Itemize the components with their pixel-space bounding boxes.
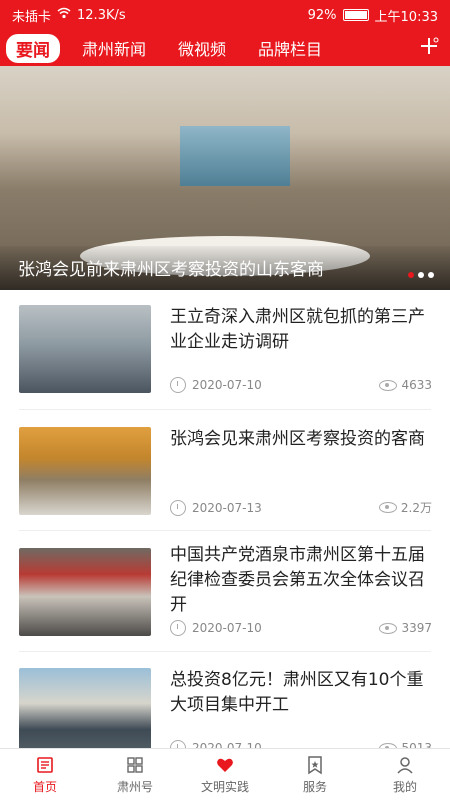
news-meta: 2020-07-10 4633 [170, 377, 432, 393]
news-views: 5013 [401, 741, 432, 748]
divider [19, 530, 431, 531]
network-speed: 12.3K/s [77, 7, 126, 23]
star-bookmark-icon [308, 755, 322, 774]
carousel-dot [418, 272, 424, 278]
news-thumbnail [19, 548, 151, 636]
news-title: 总投资8亿元！肃州区又有10个重大项目集中开工 [170, 670, 424, 715]
eye-icon [378, 502, 397, 513]
divider [19, 409, 431, 410]
news-title: 中国共产党酒泉市肃州区第十五届纪律检查委员会第五次全体会议召开 [170, 545, 425, 615]
heart-hands-icon [217, 758, 233, 772]
newspaper-icon [37, 756, 53, 773]
news-date: 2020-07-10 [192, 621, 262, 635]
news-views: 4633 [401, 378, 432, 392]
hero-banner[interactable]: 张鸿会见前来肃州区考察投资的山东客商 [0, 66, 450, 290]
tabbar-label: 首页 [32, 779, 57, 794]
bottom-tab-bar: 首页 肃州号 文明实践 服务 我的 [0, 748, 450, 800]
tab-brand-columns[interactable]: 品牌栏目 [248, 36, 332, 60]
sim-status: 未插卡 [12, 9, 52, 25]
news-date: 2020-07-10 [192, 378, 262, 392]
news-thumbnail [19, 427, 151, 515]
clock-icon [170, 499, 186, 516]
news-thumbnail [19, 305, 151, 393]
clock-icon [170, 620, 186, 636]
tabbar-label: 肃州号 [116, 779, 153, 794]
tabbar-service[interactable]: 服务 [270, 749, 360, 800]
tabbar-home[interactable]: 首页 [0, 749, 90, 800]
news-item[interactable]: 总投资8亿元！肃州区又有10个重大项目集中开工 2020-07-10 5013 [0, 668, 450, 748]
hero-caption: 张鸿会见前来肃州区考察投资的山东客商 [18, 260, 324, 280]
clock-time: 上午10:33 [374, 9, 438, 25]
add-channel-icon[interactable] [414, 35, 444, 62]
eye-icon [379, 622, 398, 634]
news-title: 王立奇深入肃州区就包抓的第三产业企业走访调研 [170, 307, 425, 352]
clock-icon [170, 740, 186, 748]
news-item[interactable]: 王立奇深入肃州区就包抓的第三产业企业走访调研 2020-07-10 4633 [0, 305, 450, 425]
tab-suzhou-news[interactable]: 肃州新闻 [72, 36, 156, 60]
hero-screen [180, 126, 290, 186]
news-date: 2020-07-10 [192, 741, 262, 748]
battery-icon [342, 9, 369, 21]
status-bar: 未插卡 12.3K/s 92% 上午10:33 [0, 0, 450, 30]
tabbar-suzhou-hao[interactable]: 肃州号 [90, 749, 180, 800]
carousel-dot [428, 272, 434, 278]
news-meta: 2020-07-10 5013 [170, 740, 432, 748]
news-meta: 2020-07-13 2.2万 [170, 499, 432, 516]
tabbar-label: 服务 [302, 779, 327, 794]
news-item[interactable]: 张鸿会见来肃州区考察投资的客商 2020-07-13 2.2万 [0, 427, 450, 547]
wifi-icon [57, 7, 71, 23]
news-date: 2020-07-13 [192, 500, 262, 515]
news-list: 王立奇深入肃州区就包抓的第三产业企业走访调研 2020-07-10 4633 张… [0, 290, 450, 748]
battery-percent: 92% [307, 7, 337, 23]
news-thumbnail [19, 668, 151, 748]
news-views: 3397 [401, 621, 432, 635]
news-meta: 2020-07-10 3397 [170, 620, 432, 636]
tab-headlines[interactable]: 要闻 [6, 33, 60, 63]
user-icon [397, 756, 413, 774]
tabbar-label: 我的 [392, 779, 417, 794]
eye-icon [379, 379, 398, 391]
divider [19, 651, 431, 652]
carousel-dot [408, 272, 414, 278]
top-nav: 要闻 肃州新闻 微视频 品牌栏目 [0, 30, 450, 66]
tabbar-label: 文明实践 [200, 779, 249, 794]
news-item[interactable]: 中国共产党酒泉市肃州区第十五届纪律检查委员会第五次全体会议召开 2020-07-… [0, 545, 450, 668]
tab-micro-video[interactable]: 微视频 [168, 36, 236, 60]
carousel-indicator [408, 272, 434, 278]
tabbar-mine[interactable]: 我的 [360, 749, 450, 800]
tabbar-civilization[interactable]: 文明实践 [180, 749, 270, 800]
grid-icon [127, 756, 143, 773]
clock-icon [170, 377, 186, 393]
news-views: 2.2万 [400, 501, 432, 515]
news-title: 张鸿会见来肃州区考察投资的客商 [170, 429, 425, 449]
